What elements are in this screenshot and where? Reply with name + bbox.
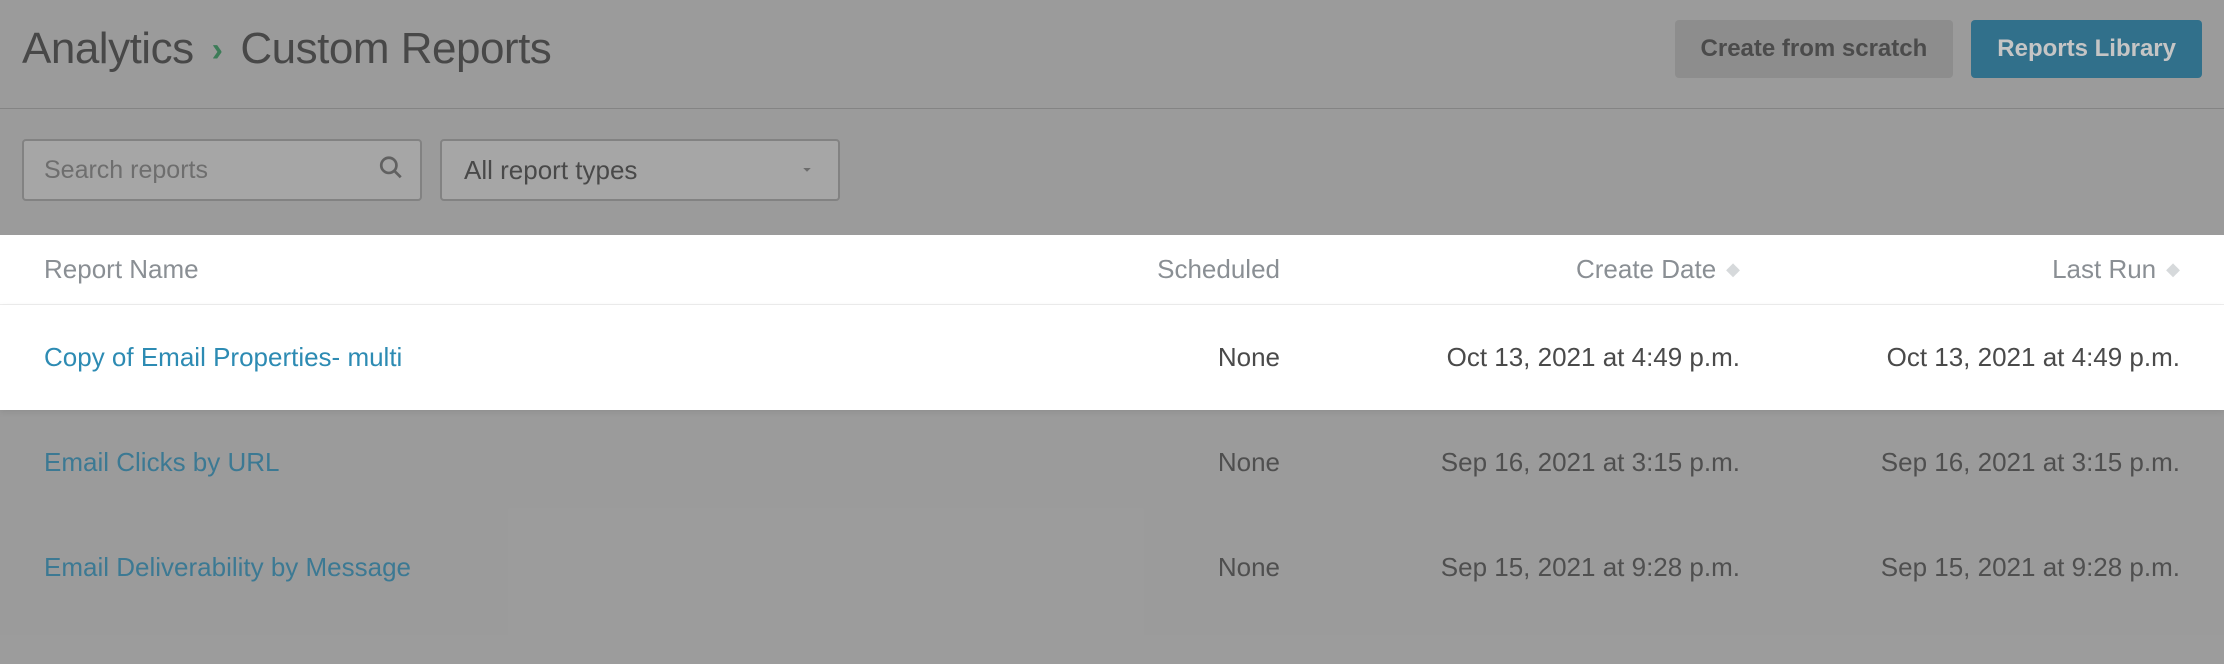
breadcrumb-current: Custom Reports [240, 24, 551, 74]
breadcrumb: Analytics › Custom Reports [22, 24, 551, 74]
col-last-run[interactable]: Last Run ◆ [1740, 254, 2180, 285]
header-actions: Create from scratch Reports Library [1675, 20, 2202, 78]
col-scheduled[interactable]: Scheduled [1157, 254, 1300, 285]
filters-bar: All report types [0, 109, 2224, 235]
report-type-filter[interactable]: All report types [440, 139, 840, 201]
report-link[interactable]: Email Deliverability by Message [44, 552, 411, 582]
cell-last-run: Sep 16, 2021 at 3:15 p.m. [1740, 447, 2180, 478]
cell-create-date: Sep 15, 2021 at 9:28 p.m. [1300, 552, 1740, 583]
cell-last-run: Oct 13, 2021 at 4:49 p.m. [1740, 342, 2180, 373]
create-from-scratch-button[interactable]: Create from scratch [1675, 20, 1954, 78]
sort-icon: ◆ [1726, 259, 1740, 280]
report-link[interactable]: Copy of Email Properties- multi [44, 342, 402, 372]
cell-create-date: Sep 16, 2021 at 3:15 p.m. [1300, 447, 1740, 478]
col-last-run-label: Last Run [2052, 254, 2156, 285]
cell-scheduled: None [1000, 552, 1300, 583]
report-link[interactable]: Email Clicks by URL [44, 447, 280, 477]
cell-scheduled: None [1000, 342, 1300, 373]
reports-library-button[interactable]: Reports Library [1971, 20, 2202, 78]
reports-table: Report Name Scheduled Create Date ◆ Last… [0, 235, 2224, 620]
search-wrap [22, 139, 422, 201]
table-row[interactable]: Email Clicks by URLNoneSep 16, 2021 at 3… [0, 410, 2224, 515]
breadcrumb-root[interactable]: Analytics [22, 24, 194, 74]
search-input[interactable] [22, 139, 422, 201]
cell-create-date: Oct 13, 2021 at 4:49 p.m. [1300, 342, 1740, 373]
page-header: Analytics › Custom Reports Create from s… [0, 0, 2224, 108]
col-create-date[interactable]: Create Date ◆ [1300, 254, 1740, 285]
table-row[interactable]: Copy of Email Properties- multiNoneOct 1… [0, 305, 2224, 410]
report-type-filter-label: All report types [464, 155, 637, 186]
chevron-right-icon: › [212, 31, 223, 70]
col-create-date-label: Create Date [1576, 254, 1716, 285]
caret-down-icon [798, 155, 816, 186]
cell-scheduled: None [1000, 447, 1300, 478]
sort-icon: ◆ [2166, 259, 2180, 280]
table-row[interactable]: Email Deliverability by MessageNoneSep 1… [0, 515, 2224, 620]
table-header-row: Report Name Scheduled Create Date ◆ Last… [0, 235, 2224, 305]
col-report-name[interactable]: Report Name [44, 254, 1000, 285]
search-icon [378, 155, 404, 186]
cell-last-run: Sep 15, 2021 at 9:28 p.m. [1740, 552, 2180, 583]
table-body: Copy of Email Properties- multiNoneOct 1… [0, 305, 2224, 620]
